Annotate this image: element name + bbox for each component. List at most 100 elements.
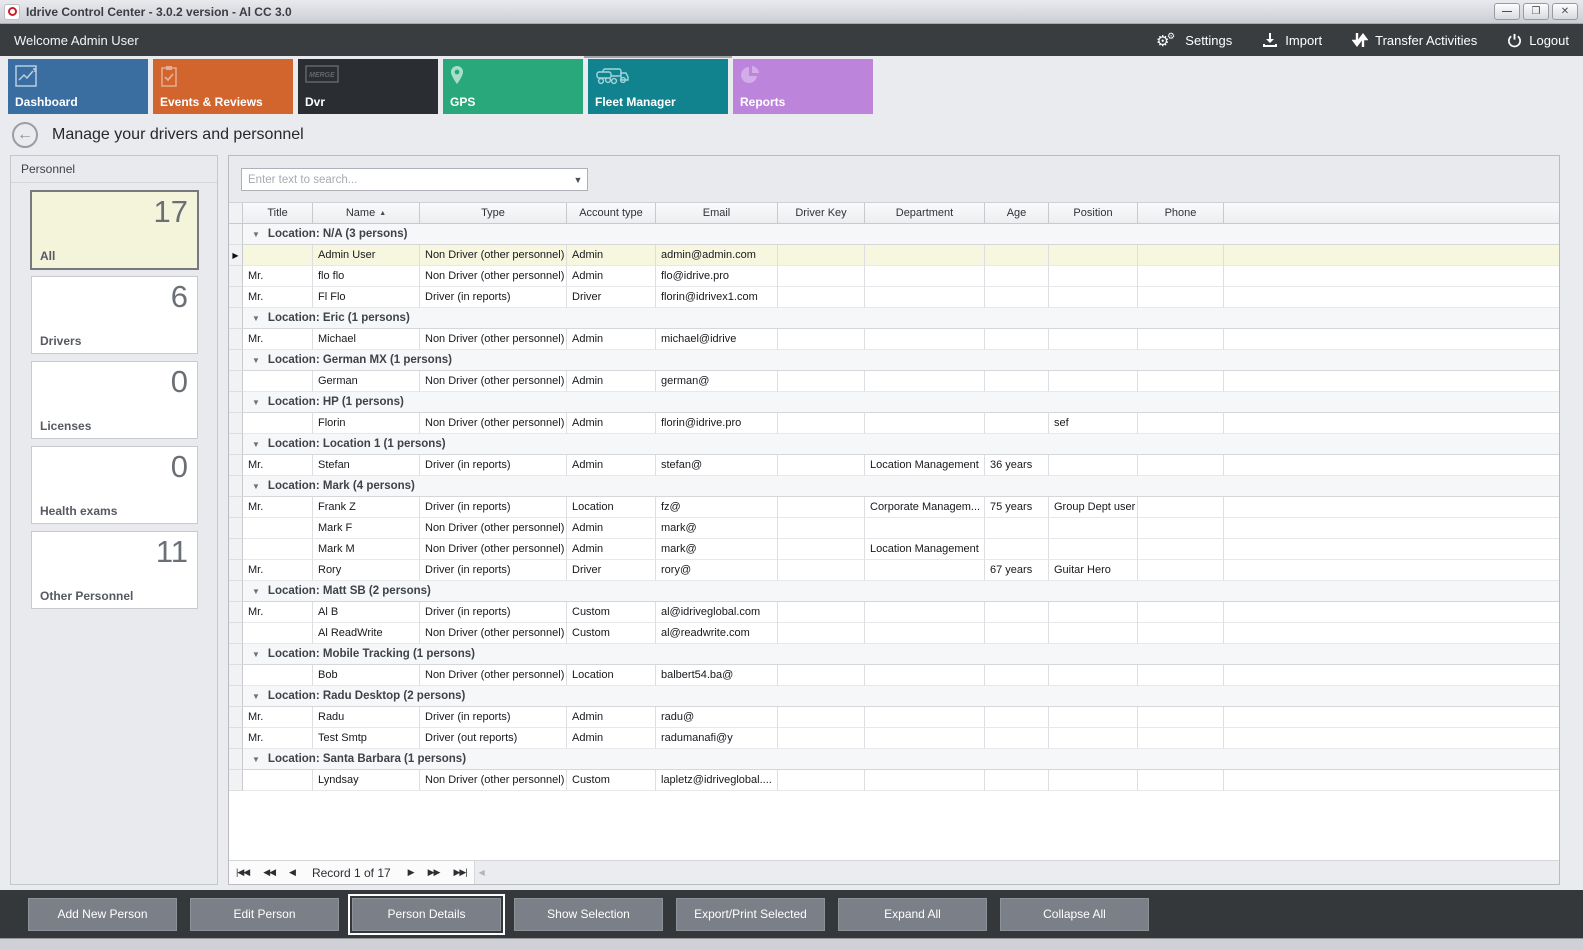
collapse-icon[interactable]: ▼ bbox=[252, 314, 260, 323]
action-logout[interactable]: Logout bbox=[1507, 33, 1569, 48]
collapse-icon[interactable]: ▼ bbox=[252, 356, 260, 365]
group-row-location-matt-sb-2-persons[interactable]: ▼Location: Matt SB (2 persons) bbox=[229, 581, 1559, 602]
person-details-button[interactable]: Person Details bbox=[352, 898, 501, 931]
column-header-phone[interactable]: Phone bbox=[1138, 203, 1224, 223]
table-row[interactable]: Mark MNon Driver (other personnel)Adminm… bbox=[229, 539, 1559, 560]
tab-dashboard[interactable]: Dashboard bbox=[8, 59, 148, 114]
group-row-location-radu-desktop-2-persons[interactable]: ▼ Location: Radu Desktop (2 persons) bbox=[229, 686, 1559, 707]
back-button[interactable]: ← bbox=[12, 122, 38, 148]
table-row[interactable]: Mr.Fl FloDriver (in reports)Driverflorin… bbox=[229, 287, 1559, 308]
tab-fleet-manager[interactable]: Fleet Manager bbox=[588, 59, 728, 114]
action-settings[interactable]: ⚙⚙Settings bbox=[1156, 30, 1232, 50]
card-label: Other Personnel bbox=[40, 589, 133, 603]
column-header-name[interactable]: Name▲ bbox=[313, 203, 420, 223]
table-row[interactable]: ▶Admin UserNon Driver (other personnel)A… bbox=[229, 245, 1559, 266]
table-row[interactable]: Mr.Frank ZDriver (in reports)Locationfz@… bbox=[229, 497, 1559, 518]
column-header-account-type[interactable]: Account type bbox=[567, 203, 656, 223]
table-row[interactable]: BobNon Driver (other personnel)Locationb… bbox=[229, 665, 1559, 686]
table-row[interactable]: Mark FNon Driver (other personnel)Adminm… bbox=[229, 518, 1559, 539]
table-row[interactable]: Mr.Al BDriver (in reports)Customal@idriv… bbox=[229, 602, 1559, 623]
group-row-location-santa-barbara-1-persons[interactable]: ▼Location: Santa Barbara (1 persons) bbox=[229, 749, 1559, 770]
collapse-all-button[interactable]: Collapse All bbox=[1000, 898, 1149, 931]
tab-dvr[interactable]: MERGEDvr bbox=[298, 59, 438, 114]
horizontal-scrollbar[interactable]: ◀ bbox=[474, 861, 1559, 884]
cell-department: Location Management bbox=[865, 539, 985, 560]
cell-position bbox=[1049, 770, 1138, 791]
search-input[interactable] bbox=[242, 169, 569, 190]
expand-all-button[interactable]: Expand All bbox=[838, 898, 987, 931]
card-health-exams[interactable]: 0Health exams bbox=[31, 446, 198, 524]
tab-events-reviews[interactable]: Events & Reviews bbox=[153, 59, 293, 114]
collapse-icon[interactable]: ▼ bbox=[252, 650, 260, 659]
nav-last-button[interactable]: ▶▶| bbox=[446, 867, 473, 878]
close-button[interactable]: ✕ bbox=[1552, 3, 1578, 20]
nav-prev-page-button[interactable]: ◀◀ bbox=[256, 867, 282, 878]
cell-phone bbox=[1138, 728, 1224, 749]
footer-toolbar: Add New Person Edit Person Person Details S… bbox=[0, 890, 1583, 938]
table-row[interactable]: Al ReadWriteNon Driver (other personnel)… bbox=[229, 623, 1559, 644]
column-header-department[interactable]: Department bbox=[865, 203, 985, 223]
nav-prev-button[interactable]: ◀ bbox=[282, 867, 302, 878]
column-header-title[interactable]: Title bbox=[243, 203, 313, 223]
card-all[interactable]: 17All bbox=[31, 191, 198, 269]
table-row[interactable]: Mr.StefanDriver (in reports)Adminstefan@… bbox=[229, 455, 1559, 476]
group-row-location-location-1-1-persons[interactable]: ▼ Location: Location 1 (1 persons) bbox=[229, 434, 1559, 455]
table-row[interactable]: LyndsayNon Driver (other personnel)Custo… bbox=[229, 770, 1559, 791]
row-gutter bbox=[229, 455, 243, 476]
table-row[interactable]: GermanNon Driver (other personnel)Adming… bbox=[229, 371, 1559, 392]
cell-email: al@idriveglobal.com bbox=[656, 602, 778, 623]
column-header-position[interactable]: Position bbox=[1049, 203, 1138, 223]
column-header-email[interactable]: Email bbox=[656, 203, 778, 223]
collapse-icon[interactable]: ▼ bbox=[252, 440, 260, 449]
nav-next-button[interactable]: ▶ bbox=[401, 867, 421, 878]
cell-driver_key bbox=[778, 245, 865, 266]
column-header-type[interactable]: Type bbox=[420, 203, 567, 223]
table-row[interactable]: Mr.MichaelNon Driver (other personnel)Ad… bbox=[229, 329, 1559, 350]
group-label: Location: Location 1 (1 persons) bbox=[268, 438, 446, 450]
column-header-driver-key[interactable]: Driver Key bbox=[778, 203, 865, 223]
group-row-location-n-a-3-persons[interactable]: ▼Location: N/A (3 persons) bbox=[229, 224, 1559, 245]
collapse-icon[interactable]: ▼ bbox=[252, 398, 260, 407]
collapse-icon[interactable]: ▼ bbox=[252, 587, 260, 596]
column-label: Type bbox=[481, 207, 505, 219]
cell-email: al@readwrite.com bbox=[656, 623, 778, 644]
export-print-selected-button[interactable]: Export/Print Selected bbox=[676, 898, 825, 931]
group-row-location-mobile-tracking-1-persons[interactable]: ▼Location: Mobile Tracking (1 persons) bbox=[229, 644, 1559, 665]
nav-first-button[interactable]: |◀◀ bbox=[229, 867, 256, 878]
card-drivers[interactable]: 6Drivers bbox=[31, 276, 198, 354]
show-selection-button[interactable]: Show Selection bbox=[514, 898, 663, 931]
group-row-location-german-mx-1-persons[interactable]: ▼Location: German MX (1 persons) bbox=[229, 350, 1559, 371]
group-gutter bbox=[229, 581, 243, 602]
tab-reports[interactable]: Reports bbox=[733, 59, 873, 114]
cell-driver_key bbox=[778, 770, 865, 791]
minimize-button[interactable]: — bbox=[1494, 3, 1520, 20]
edit-person-button[interactable]: Edit Person bbox=[190, 898, 339, 931]
table-row[interactable]: Mr.Test SmtpDriver (out reports)Adminrad… bbox=[229, 728, 1559, 749]
table-row[interactable]: Mr.flo floNon Driver (other personnel)Ad… bbox=[229, 266, 1559, 287]
collapse-icon[interactable]: ▼ bbox=[252, 482, 260, 491]
table-row[interactable]: Mr.RoryDriver (in reports)Driverrory@67 … bbox=[229, 560, 1559, 581]
action-import[interactable]: Import bbox=[1262, 32, 1322, 48]
cell-phone bbox=[1138, 665, 1224, 686]
table-row[interactable]: Mr.RaduDriver (in reports)Adminradu@ bbox=[229, 707, 1559, 728]
group-row-location-hp-1-persons[interactable]: ▼Location: HP (1 persons) bbox=[229, 392, 1559, 413]
group-gutter bbox=[229, 434, 243, 455]
collapse-icon[interactable]: ▼ bbox=[252, 692, 260, 701]
add-new-person-button[interactable]: Add New Person bbox=[28, 898, 177, 931]
table-row[interactable]: FlorinNon Driver (other personnel)Adminf… bbox=[229, 413, 1559, 434]
cell-name: German bbox=[313, 371, 420, 392]
collapse-icon[interactable]: ▼ bbox=[252, 755, 260, 764]
tab-gps[interactable]: GPS bbox=[443, 59, 583, 114]
maximize-button[interactable]: ❒ bbox=[1523, 3, 1549, 20]
card-other-personnel[interactable]: 11Other Personnel bbox=[31, 531, 198, 609]
collapse-icon[interactable]: ▼ bbox=[252, 230, 260, 239]
tab-label: Dashboard bbox=[15, 95, 78, 109]
action-transfer-activities[interactable]: Transfer Activities bbox=[1352, 32, 1477, 48]
chevron-down-icon[interactable]: ▼ bbox=[569, 169, 587, 190]
nav-next-page-button[interactable]: ▶▶ bbox=[421, 867, 447, 878]
column-header-age[interactable]: Age bbox=[985, 203, 1049, 223]
group-row-location-mark-4-persons[interactable]: ▼Location: Mark (4 persons) bbox=[229, 476, 1559, 497]
group-row-location-eric-1-persons[interactable]: ▼Location: Eric (1 persons) bbox=[229, 308, 1559, 329]
card-licenses[interactable]: 0Licenses bbox=[31, 361, 198, 439]
group-label: Location: Radu Desktop (2 persons) bbox=[268, 690, 465, 702]
